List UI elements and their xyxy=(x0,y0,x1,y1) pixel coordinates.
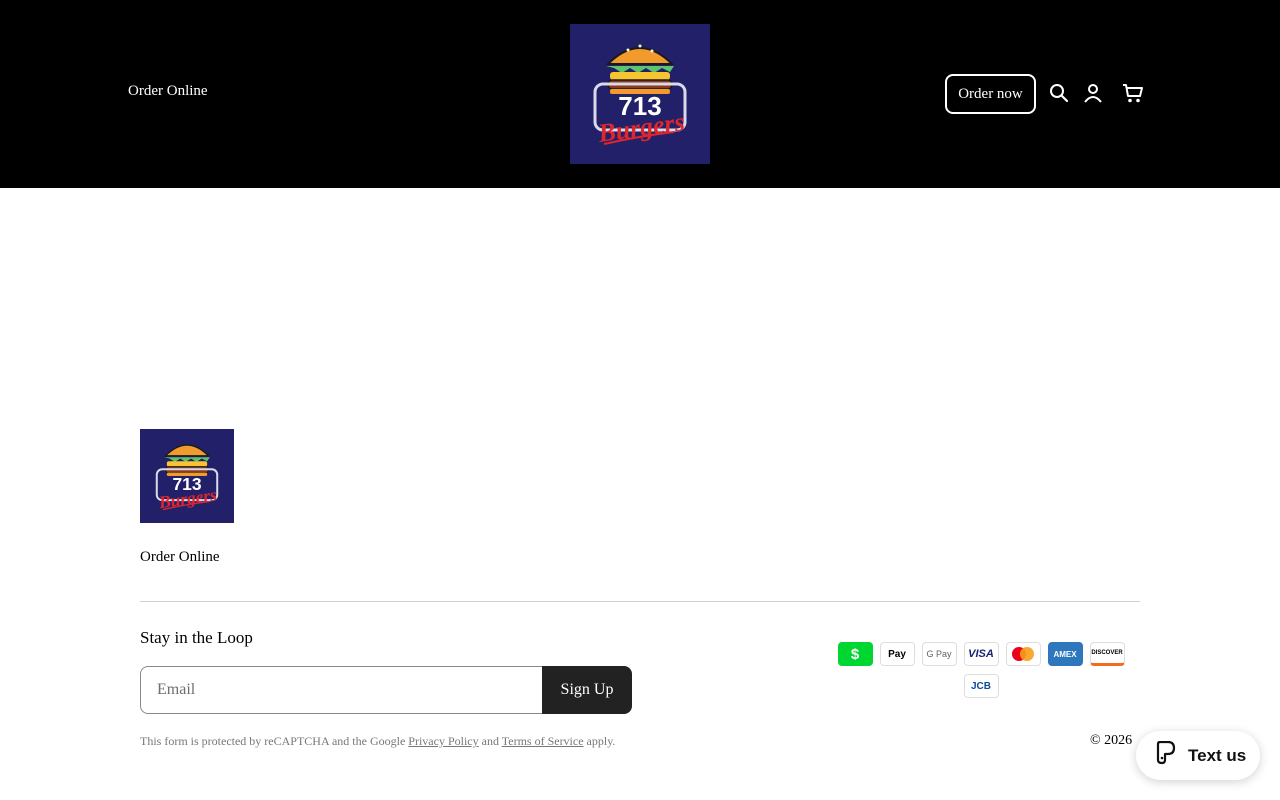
text-us-chat-button[interactable]: Text us xyxy=(1136,731,1260,780)
footer-order-online-link[interactable]: Order Online xyxy=(140,549,220,566)
jcb-icon: JCB xyxy=(963,674,999,698)
newsletter-title: Stay in the Loop xyxy=(140,628,253,647)
sign-up-button[interactable]: Sign Up xyxy=(542,666,632,714)
payment-row-2: JCB xyxy=(833,674,1129,698)
google-pay-icon: G Pay xyxy=(921,642,957,666)
recaptcha-and: and xyxy=(481,734,499,748)
visa-icon: VISA xyxy=(963,642,999,666)
terms-of-service-link[interactable]: Terms of Service xyxy=(502,734,584,748)
copyright-text: © 2026 xyxy=(1090,733,1133,748)
site-header: Order Online 713 Burgers Order now xyxy=(0,0,1280,188)
email-input[interactable] xyxy=(140,666,542,714)
recaptcha-notice: This form is protected by reCAPTCHA and … xyxy=(140,734,615,749)
nav-order-online-link[interactable]: Order Online xyxy=(128,83,208,100)
payment-methods: $ Pay G Pay VISA AMEX DISCOVER JCB xyxy=(833,642,1129,706)
footer-brand-logo[interactable]: 713 Burgers xyxy=(140,429,234,523)
cart-icon[interactable] xyxy=(1121,81,1145,105)
discover-icon: DISCOVER xyxy=(1089,642,1125,666)
apple-pay-icon: Pay xyxy=(879,642,915,666)
chat-bubble-icon xyxy=(1154,740,1176,770)
payment-row-1: $ Pay G Pay VISA AMEX DISCOVER xyxy=(833,642,1129,666)
amex-icon: AMEX xyxy=(1047,642,1083,666)
recaptcha-suffix: apply. xyxy=(586,734,616,748)
search-icon[interactable] xyxy=(1047,81,1071,105)
text-us-label: Text us xyxy=(1188,745,1247,765)
recaptcha-prefix: This form is protected by reCAPTCHA and … xyxy=(140,734,406,748)
cash-app-icon: $ xyxy=(837,642,873,666)
order-now-button[interactable]: Order now xyxy=(945,74,1036,114)
privacy-policy-link[interactable]: Privacy Policy xyxy=(408,734,478,748)
account-icon[interactable] xyxy=(1081,81,1105,105)
footer-divider xyxy=(140,601,1140,602)
brand-logo[interactable]: 713 Burgers xyxy=(570,24,710,164)
newsletter-form: Sign Up xyxy=(140,666,632,714)
mastercard-icon xyxy=(1005,642,1041,666)
